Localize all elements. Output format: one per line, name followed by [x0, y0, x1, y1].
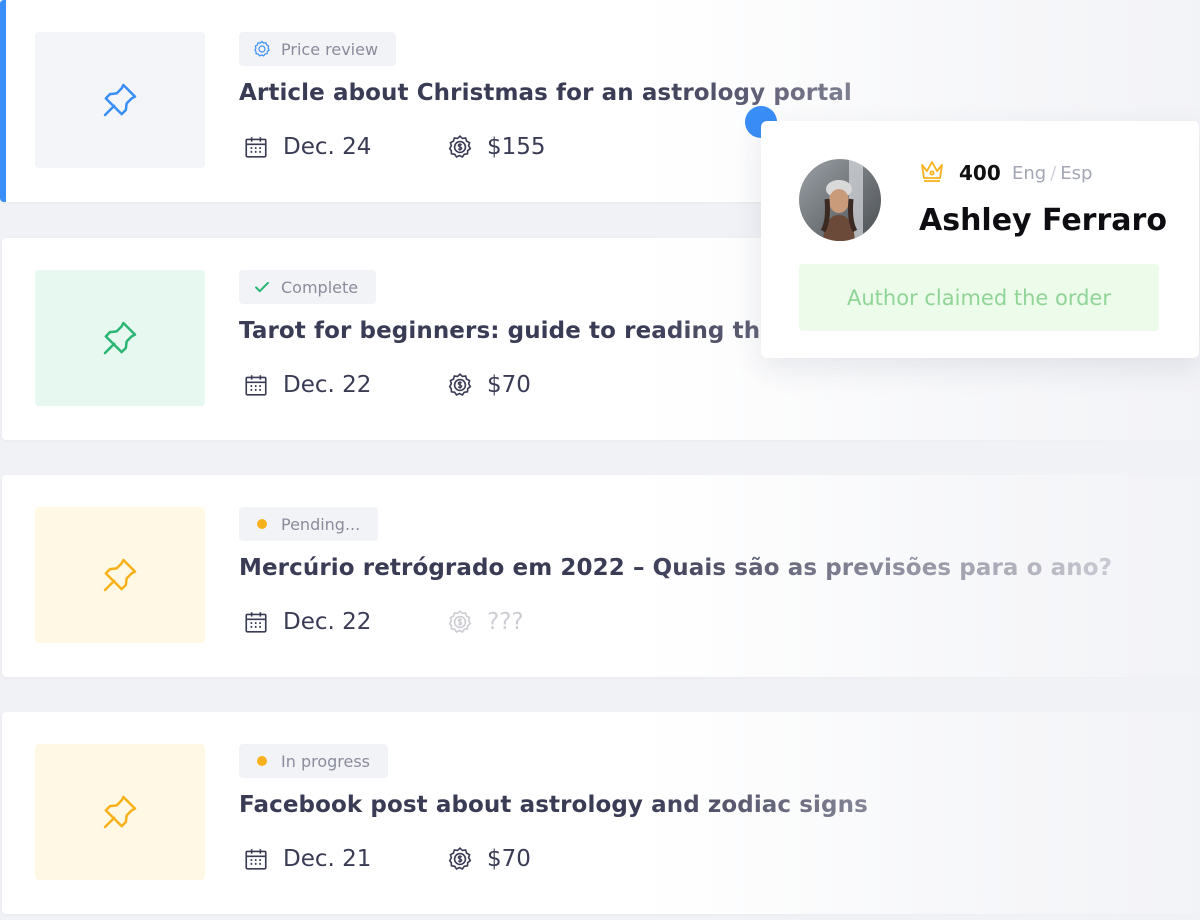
order-date: Dec. 24 — [283, 134, 372, 160]
status-label: In progress — [281, 751, 371, 771]
pushpin-icon — [103, 795, 137, 829]
status-badge: Pending... — [239, 507, 379, 541]
price-icon — [448, 373, 472, 397]
order-thumbnail — [35, 744, 205, 880]
order-meta: Dec. 22 $70 — [243, 372, 531, 398]
pushpin-icon — [103, 83, 137, 117]
order-price: ??? — [487, 609, 524, 635]
order-meta: Dec. 22 ??? — [243, 609, 524, 635]
crown-icon — [921, 161, 943, 182]
price-icon — [448, 135, 472, 159]
status-label: Price review — [281, 39, 379, 59]
dot-icon — [253, 515, 271, 533]
order-price: $70 — [487, 846, 531, 872]
status-badge: In progress — [239, 744, 389, 778]
status-label: Pending... — [281, 514, 361, 534]
order-thumbnail — [35, 270, 205, 406]
calendar-icon — [245, 612, 267, 633]
status-label: Complete — [281, 277, 359, 297]
author-rating: 400 — [959, 161, 1001, 185]
order-thumbnail — [35, 507, 205, 643]
order-price: $70 — [487, 372, 531, 398]
status-badge: Complete — [239, 270, 377, 304]
lang-from: Eng — [1012, 163, 1047, 184]
order-date: Dec. 21 — [283, 846, 372, 872]
order-meta: Dec. 21 $70 — [243, 846, 531, 872]
gear-badge-icon — [253, 40, 271, 58]
order-price: $155 — [487, 134, 546, 160]
order-card-4[interactable]: In progress Facebook post about astrolog… — [2, 712, 1200, 914]
order-meta: Dec. 24 $155 — [243, 134, 546, 160]
calendar-icon — [245, 137, 267, 158]
pushpin-icon — [103, 321, 137, 355]
order-title[interactable]: Article about Christmas for an astrology… — [239, 80, 852, 106]
calendar-icon — [245, 849, 267, 870]
lang-separator: / — [1050, 163, 1057, 184]
order-title[interactable]: Tarot for beginners: guide to reading th… — [239, 318, 825, 344]
author-name[interactable]: Ashley Ferraro — [919, 203, 1167, 238]
order-card-3[interactable]: Pending... Mercúrio retrógrado em 2022 –… — [2, 475, 1200, 677]
check-icon — [253, 278, 271, 296]
order-title[interactable]: Mercúrio retrógrado em 2022 – Quais são … — [239, 555, 1112, 581]
order-thumbnail — [35, 32, 205, 168]
calendar-icon — [245, 375, 267, 396]
order-date: Dec. 22 — [283, 372, 372, 398]
author-popup: 400 Eng / Esp Ashley Ferraro Author claime… — [761, 121, 1199, 358]
claim-status-banner: Author claimed the order — [799, 264, 1159, 331]
lang-to: Esp — [1060, 163, 1093, 184]
order-title[interactable]: Facebook post about astrology and zodiac… — [239, 792, 868, 818]
price-icon — [448, 610, 472, 634]
avatar[interactable] — [799, 159, 881, 241]
dot-icon — [253, 752, 271, 770]
price-icon — [448, 847, 472, 871]
order-date: Dec. 22 — [283, 609, 372, 635]
pushpin-icon — [103, 558, 137, 592]
author-languages: Eng / Esp — [1012, 163, 1092, 184]
status-badge: Price review — [239, 32, 397, 66]
